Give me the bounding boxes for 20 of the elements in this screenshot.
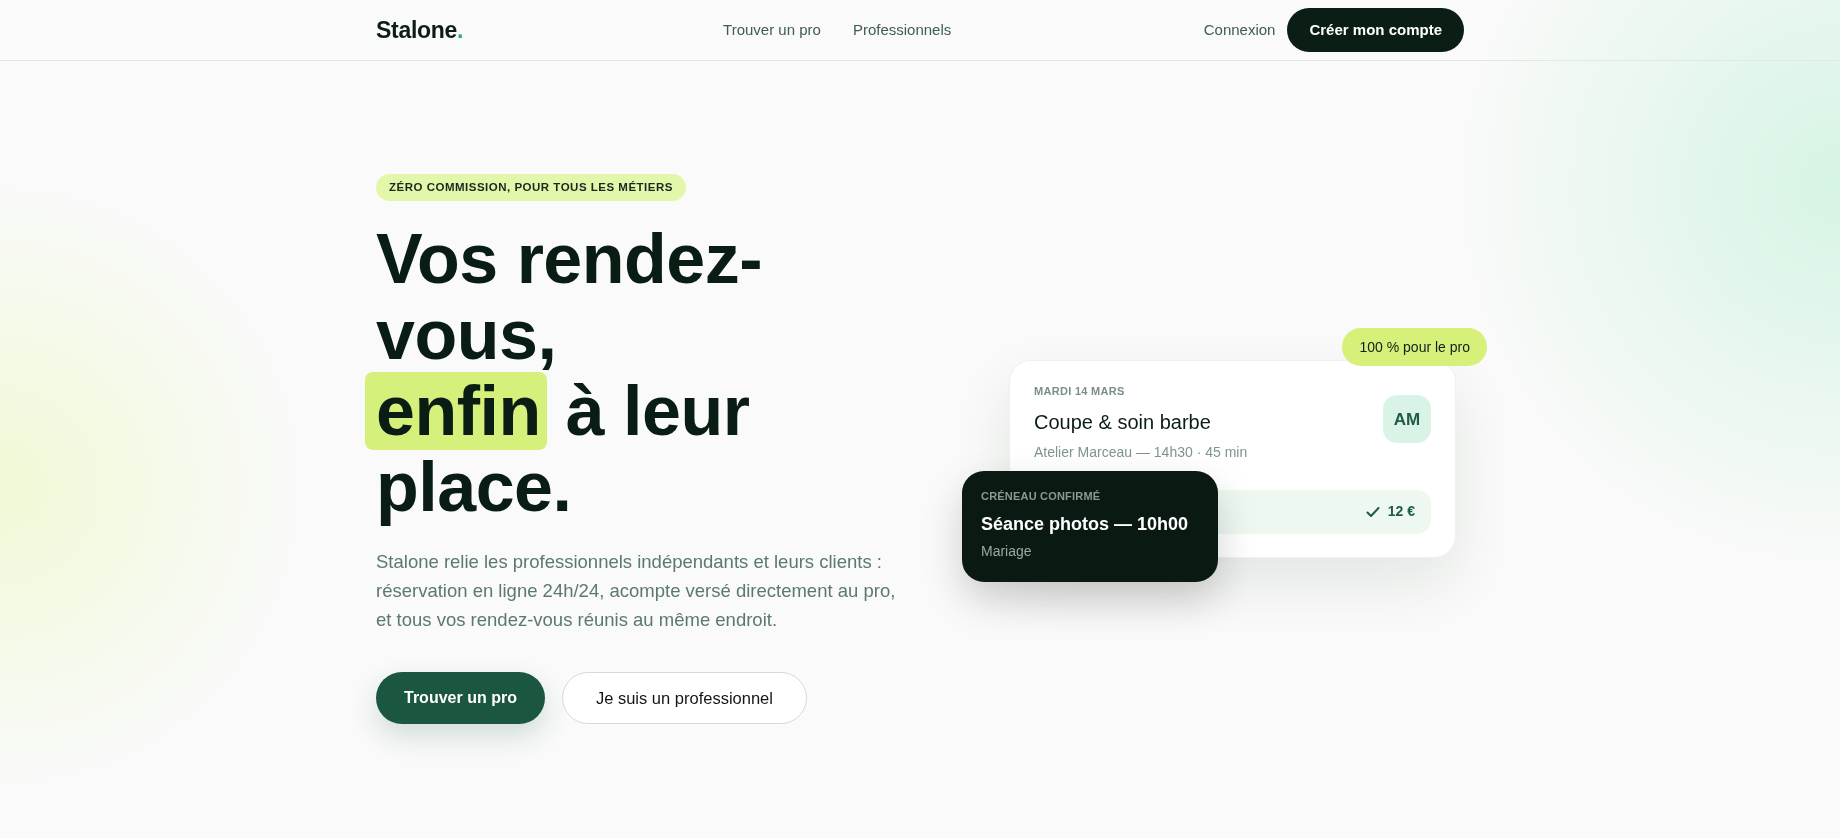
booking-date: MARDI 14 MARS: [1034, 384, 1126, 400]
confirmation-label: CRÉNEAU CONFIRMÉ: [981, 489, 1102, 505]
login-link[interactable]: Connexion: [1203, 18, 1276, 42]
check-icon: [1365, 505, 1380, 518]
hero-description: Stalone relie les professionnels indépendants et leurs clients : réservation en ligne 24h/24, acompte versé directement au pro, et tous vos rendez-vous réunis au même endroit.: [376, 550, 897, 632]
confirmation-title: Séance photos — 10h00: [981, 512, 1190, 536]
find-pro-button[interactable]: Trouver un pro: [376, 672, 545, 724]
pro-share-pill: 100 % pour le pro: [1342, 328, 1487, 367]
booking-details: Atelier Marceau — 14h30 · 45 min: [1034, 442, 1248, 462]
logo[interactable]: Stalone.: [376, 12, 464, 48]
hero-heading: Vos rendez-vous, enfin à leur place.: [365, 219, 855, 527]
nav-link[interactable]: Trouver un pro: [723, 18, 821, 42]
nav-link[interactable]: Professionnels: [852, 18, 952, 42]
hero-badge: ZÉRO COMMISSION, POUR TOUS LES MÉTIERS: [376, 174, 686, 201]
deposit-amount: 12 €: [1387, 502, 1415, 522]
service-title: Coupe & soin barbe: [1034, 409, 1212, 435]
avatar-initials: AM: [1383, 395, 1431, 444]
confirmation-subtitle: Mariage: [981, 541, 1033, 561]
signup-button[interactable]: Créer mon compte: [1287, 8, 1464, 52]
pro-signup-button[interactable]: Je suis un professionnel: [561, 672, 807, 724]
